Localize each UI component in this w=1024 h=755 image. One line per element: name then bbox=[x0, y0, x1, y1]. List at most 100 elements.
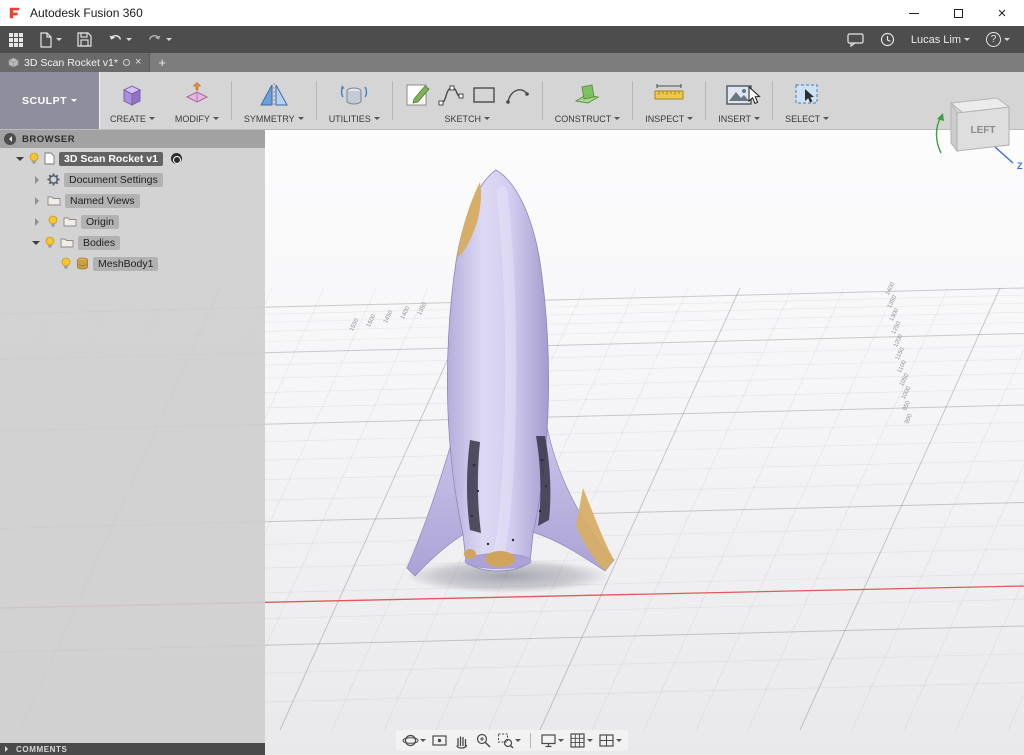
tree-item-label[interactable]: Document Settings bbox=[64, 172, 163, 187]
maximize-button[interactable] bbox=[936, 0, 980, 26]
tree-item-origin[interactable]: Origin bbox=[0, 211, 265, 232]
orbit-icon bbox=[402, 734, 419, 747]
document-cube-icon bbox=[8, 57, 19, 68]
arc-icon[interactable] bbox=[504, 82, 530, 108]
toolbar-divider bbox=[230, 81, 232, 120]
ribbon-group-create[interactable]: CREATE bbox=[100, 72, 165, 129]
group-label: MODIFY bbox=[174, 113, 210, 124]
undo-icon bbox=[109, 34, 122, 40]
create-sketch-icon[interactable] bbox=[405, 82, 431, 108]
app-toolbar: Lucas Lim ? bbox=[0, 26, 1024, 53]
create-box-icon[interactable] bbox=[118, 81, 146, 109]
new-tab-button[interactable]: + bbox=[150, 53, 174, 72]
chevron-down-icon bbox=[587, 739, 593, 745]
visibility-bulb-icon[interactable] bbox=[47, 215, 59, 228]
ribbon-toolbar: SCULPT CREATE MODIFY SYMMETRY UTILITIES … bbox=[0, 72, 1024, 130]
minimize-button[interactable] bbox=[892, 0, 936, 26]
utilities-icon[interactable] bbox=[340, 81, 368, 109]
undo-button[interactable] bbox=[107, 33, 132, 47]
visibility-bulb-icon[interactable] bbox=[44, 236, 56, 249]
workspace-selector[interactable]: SCULPT bbox=[0, 72, 100, 129]
toolbar-divider bbox=[541, 81, 543, 120]
save-button[interactable] bbox=[77, 32, 92, 47]
chevron-down-icon bbox=[126, 38, 132, 44]
save-icon bbox=[77, 32, 92, 47]
view-cube-side-face[interactable] bbox=[950, 101, 958, 153]
viewports-icon bbox=[599, 734, 614, 747]
view-navigation-toolbar bbox=[396, 730, 628, 751]
workspace-label: SCULPT bbox=[22, 94, 67, 107]
chevron-down-icon bbox=[483, 117, 490, 123]
tree-item-named-views[interactable]: Named Views bbox=[0, 190, 265, 211]
user-name-label: Lucas Lim bbox=[910, 33, 961, 46]
document-tab-label: 3D Scan Rocket v1* bbox=[24, 56, 118, 69]
grid-settings-button[interactable] bbox=[569, 732, 593, 749]
folder-icon bbox=[60, 238, 74, 248]
user-account-menu[interactable]: Lucas Lim bbox=[911, 34, 970, 46]
help-menu-button[interactable]: ? bbox=[986, 32, 1010, 47]
help-icon: ? bbox=[986, 32, 1001, 47]
zoom-button[interactable] bbox=[475, 732, 492, 749]
display-settings-button[interactable] bbox=[540, 732, 564, 749]
chevron-left-icon bbox=[6, 136, 12, 142]
ribbon-group-select[interactable]: SELECT bbox=[775, 72, 839, 129]
expand-arrow-icon[interactable] bbox=[35, 196, 43, 205]
expand-arrow-icon[interactable] bbox=[35, 175, 43, 184]
tree-item-bodies[interactable]: Bodies bbox=[0, 232, 265, 253]
expand-arrow-icon[interactable] bbox=[16, 156, 24, 165]
document-tab[interactable]: 3D Scan Rocket v1* × bbox=[0, 53, 151, 72]
toolbar-divider bbox=[632, 81, 634, 120]
inspect-ruler-icon[interactable] bbox=[653, 82, 685, 108]
ribbon-group-modify[interactable]: MODIFY bbox=[165, 72, 229, 129]
tree-item-document-settings[interactable]: Document Settings bbox=[0, 169, 265, 190]
redo-button[interactable] bbox=[147, 33, 172, 47]
ribbon-group-sketch[interactable]: SKETCH bbox=[395, 72, 540, 129]
look-at-button[interactable] bbox=[431, 732, 448, 749]
select-icon[interactable] bbox=[793, 81, 821, 109]
construct-plane-icon[interactable] bbox=[572, 81, 602, 109]
rectangle-icon[interactable] bbox=[471, 82, 497, 108]
scan-patch bbox=[464, 549, 476, 559]
tree-item-label[interactable]: 3D Scan Rocket v1 bbox=[59, 151, 163, 166]
tree-item-label[interactable]: MeshBody1 bbox=[93, 256, 159, 271]
file-menu-button[interactable] bbox=[39, 31, 62, 48]
close-icon: × bbox=[997, 4, 1007, 22]
modify-form-icon[interactable] bbox=[183, 81, 211, 109]
y-axis-arrow-icon bbox=[935, 113, 944, 154]
activate-document-radio[interactable] bbox=[170, 153, 182, 164]
ribbon-group-utilities[interactable]: UTILITIES bbox=[319, 72, 390, 129]
pan-button[interactable] bbox=[453, 732, 470, 749]
visibility-bulb-icon[interactable] bbox=[28, 152, 40, 165]
tree-item-label[interactable]: Named Views bbox=[65, 193, 140, 208]
collapse-browser-button[interactable] bbox=[4, 133, 16, 145]
app-grid-icon[interactable] bbox=[8, 32, 24, 48]
orbit-button[interactable] bbox=[402, 732, 426, 749]
close-tab-icon[interactable]: × bbox=[135, 57, 141, 68]
tree-item-meshbody1[interactable]: MeshBody1 bbox=[0, 253, 265, 274]
folder-icon bbox=[47, 196, 61, 206]
toolbar-divider bbox=[315, 81, 317, 120]
ribbon-group-inspect[interactable]: INSPECT bbox=[635, 72, 703, 129]
ribbon-group-construct[interactable]: CONSTRUCT bbox=[545, 72, 631, 129]
visibility-bulb-icon[interactable] bbox=[60, 257, 72, 270]
group-label: UTILITIES bbox=[328, 113, 371, 124]
view-cube[interactable]: LEFT Z bbox=[925, 83, 1024, 175]
expand-arrow-icon[interactable] bbox=[32, 240, 40, 249]
tree-item-root[interactable]: 3D Scan Rocket v1 bbox=[0, 148, 265, 169]
comments-icon[interactable] bbox=[847, 32, 864, 47]
ribbon-group-symmetry[interactable]: SYMMETRY bbox=[234, 72, 314, 129]
spline-icon[interactable] bbox=[438, 82, 464, 108]
group-label: SKETCH bbox=[444, 113, 481, 124]
tree-item-label[interactable]: Origin bbox=[81, 214, 120, 229]
symmetry-icon[interactable] bbox=[259, 81, 289, 109]
job-status-clock-icon[interactable] bbox=[880, 32, 895, 47]
close-button[interactable]: × bbox=[980, 0, 1024, 26]
fit-button[interactable] bbox=[497, 732, 521, 749]
chevron-down-icon bbox=[148, 117, 155, 123]
document-icon bbox=[44, 152, 55, 165]
expand-arrow-icon[interactable] bbox=[35, 217, 43, 226]
tree-item-label[interactable]: Bodies bbox=[78, 235, 121, 250]
grid-icon bbox=[570, 733, 585, 748]
comments-bar[interactable]: COMMENTS bbox=[0, 743, 265, 755]
viewports-button[interactable] bbox=[598, 732, 622, 749]
